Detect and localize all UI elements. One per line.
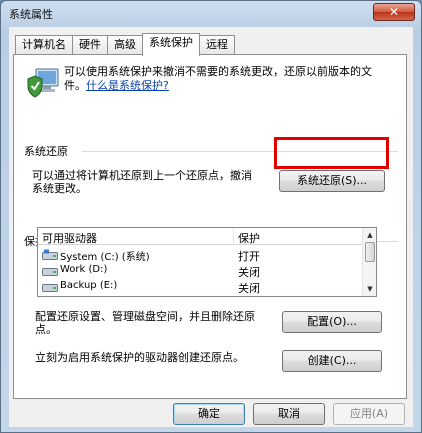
create-button[interactable]: 创建(C)... [282,350,382,372]
drive-row-system[interactable]: System (C:) (系统) 打开 [38,247,364,263]
drive-row-backup[interactable]: Backup (E:) 关闭 [38,279,364,295]
drive-name: System (C:) (系统) [60,252,150,263]
system-drive-icon [42,249,58,260]
scroll-up-icon[interactable]: ▲ [364,229,376,241]
intro-text-block: 可以使用系统保护来撤消不需要的系统更改，还原以前版本的文件。什么是系统保护? [64,65,384,93]
close-icon: ✕ [388,5,400,19]
drive-protection-status: 关闭 [238,282,260,295]
tab-hardware[interactable]: 硬件 [72,35,108,55]
scroll-down-icon[interactable]: ▼ [364,283,376,295]
drive-protection-status: 打开 [238,250,260,263]
column-protection[interactable]: 保护 [238,230,260,246]
drive-name: Work (D:) [60,264,108,275]
system-protection-icon [27,68,59,98]
tab-advanced[interactable]: 高级 [107,35,143,55]
create-description: 立刻为启用系统保护的驱动器创建还原点。 [35,351,244,364]
dialog-client-area: 计算机名 硬件 高级 系统保护 远程 可以使用系统保护来撤消不需要的系统更改，还… [9,27,413,427]
drive-list[interactable]: 可用驱动器 保护 System (C:) (系统) 打开 Work (D:) 关… [37,227,377,297]
ok-button[interactable]: 确定 [173,403,245,425]
column-separator [233,228,234,245]
drive-icon [42,268,58,276]
system-properties-window: 系统属性 ✕ 计算机名 硬件 高级 系统保护 远程 可以使用系统保护来撤消不需要… [0,0,422,433]
cancel-button[interactable]: 取消 [253,403,325,425]
drive-protection-status: 关闭 [238,266,260,279]
system-restore-button[interactable]: 系统还原(S)... [279,170,385,192]
tab-system-protection[interactable]: 系统保护 [142,33,200,56]
drive-icon [42,284,58,292]
scrollbar-thumb[interactable] [365,242,375,262]
apply-button[interactable]: 应用(A) [333,403,405,425]
tab-strip: 计算机名 硬件 高级 系统保护 远程 [15,33,235,56]
restore-description: 可以通过将计算机还原到上一个还原点，撤消系统更改。 [32,169,252,195]
drive-row-work[interactable]: Work (D:) 关闭 [38,263,364,279]
window-title: 系统属性 [9,8,53,21]
tab-remote[interactable]: 远程 [199,35,235,55]
column-available-drives[interactable]: 可用驱动器 [42,230,97,246]
what-is-system-protection-link[interactable]: 什么是系统保护? [86,79,169,92]
drive-list-header: 可用驱动器 保护 [38,228,364,245]
close-button[interactable]: ✕ [373,3,415,21]
highlight-box [274,137,389,169]
drive-name: Backup (E:) [60,280,118,291]
system-restore-section-title: 系统还原 [24,145,68,158]
configure-button[interactable]: 配置(O)... [282,311,382,333]
title-bar[interactable]: 系统属性 ✕ [1,1,421,27]
configure-description: 配置还原设置、管理磁盘空间，并且删除还原点。 [35,310,255,336]
tab-computer-name[interactable]: 计算机名 [15,35,73,55]
drive-list-scrollbar[interactable]: ▲ ▼ [362,228,376,296]
